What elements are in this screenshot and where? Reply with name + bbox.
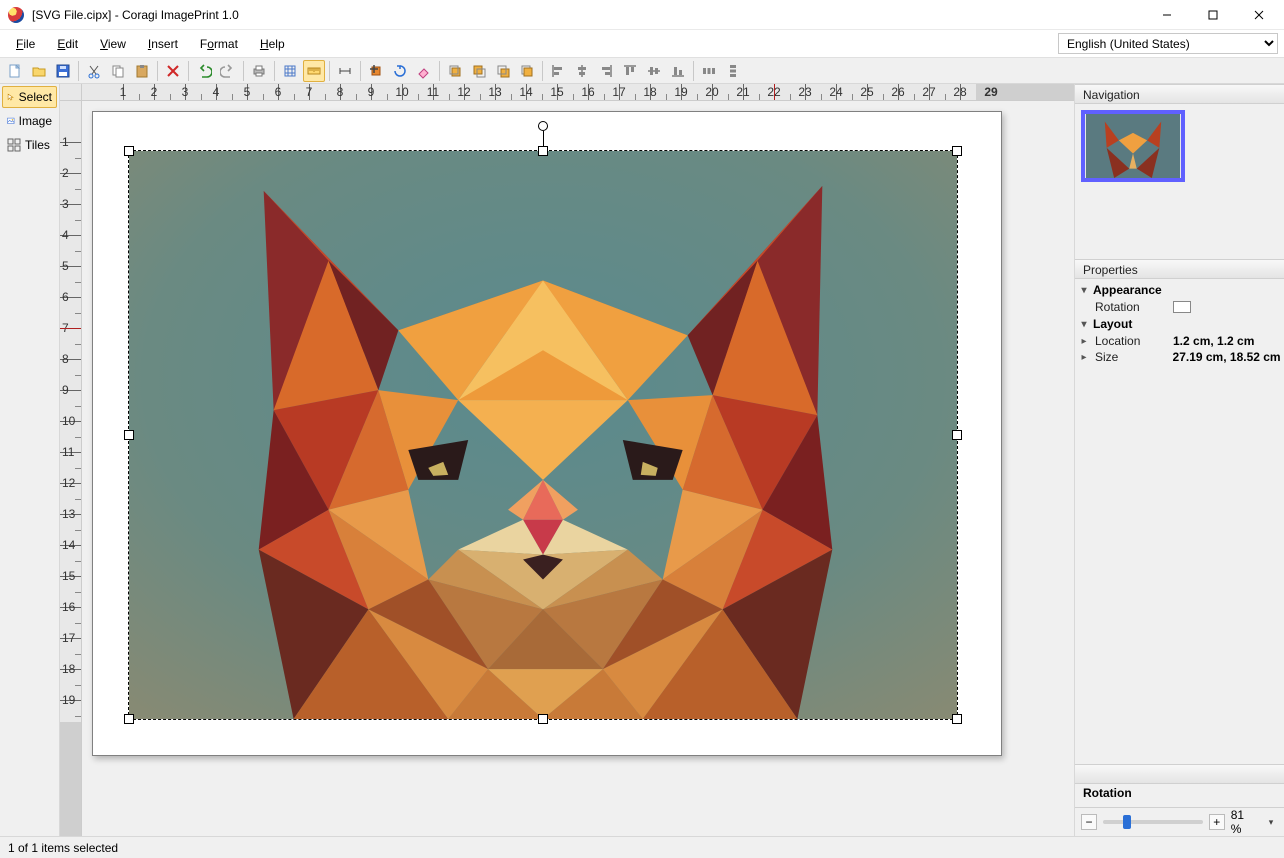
navigation-panel: Navigation <box>1075 84 1284 259</box>
handle-mid-top[interactable] <box>538 146 548 156</box>
crop-button[interactable] <box>365 60 387 82</box>
menu-help[interactable]: Help <box>250 33 295 55</box>
language-select[interactable]: English (United States) <box>1058 33 1278 54</box>
align-top-button[interactable] <box>619 60 641 82</box>
handle-mid-left[interactable] <box>124 430 134 440</box>
handle-mid-bottom[interactable] <box>538 714 548 724</box>
bring-forward-button[interactable] <box>468 60 490 82</box>
image-icon <box>7 114 15 128</box>
right-panel: Navigation Properties ▾Appearance Rotati… <box>1074 84 1284 836</box>
menu-view[interactable]: View <box>90 33 136 55</box>
handle-mid-right[interactable] <box>952 430 962 440</box>
zoom-bar: − + 81 % ▾ <box>1075 808 1284 836</box>
zoom-slider-thumb[interactable] <box>1123 815 1131 829</box>
ruler-vertical[interactable]: 1234567891011121314151617181920 <box>60 101 82 836</box>
ruler-corner <box>60 84 82 101</box>
rotation-stem <box>543 131 544 146</box>
maximize-button[interactable] <box>1190 0 1236 30</box>
redo-button[interactable] <box>217 60 239 82</box>
handle-top-left[interactable] <box>124 146 134 156</box>
open-button[interactable] <box>28 60 50 82</box>
zoom-value: 81 % <box>1231 808 1258 836</box>
chevron-right-icon: ▸ <box>1079 352 1089 363</box>
new-button[interactable] <box>4 60 26 82</box>
chevron-right-icon: ▸ <box>1079 336 1089 347</box>
rotation-swatch <box>1173 301 1191 313</box>
paste-button[interactable] <box>131 60 153 82</box>
zoom-slider[interactable] <box>1103 820 1203 824</box>
align-center-h-button[interactable] <box>571 60 593 82</box>
handle-bottom-right[interactable] <box>952 714 962 724</box>
menu-file[interactable]: File <box>6 33 45 55</box>
send-backward-button[interactable] <box>492 60 514 82</box>
rotation-label: Rotation <box>1075 784 1284 808</box>
canvas[interactable] <box>82 101 1074 836</box>
align-bottom-button[interactable] <box>667 60 689 82</box>
copy-button[interactable] <box>107 60 129 82</box>
menu-format[interactable]: Format <box>190 33 248 55</box>
tool-image[interactable]: Image <box>2 110 57 132</box>
group-appearance[interactable]: ▾Appearance <box>1075 281 1284 299</box>
editor-area: 1234567891011121314151617181920212223242… <box>60 84 1074 836</box>
send-back-button[interactable] <box>516 60 538 82</box>
prop-size[interactable]: ▸Size27.19 cm, 18.52 cm <box>1075 349 1284 365</box>
align-center-v-button[interactable] <box>643 60 665 82</box>
delete-button[interactable] <box>162 60 184 82</box>
window-title: [SVG File.cipx] - Coragi ImagePrint 1.0 <box>32 8 1144 22</box>
handle-top-right[interactable] <box>952 146 962 156</box>
poly-cat-image <box>129 151 957 719</box>
handle-bottom-left[interactable] <box>124 714 134 724</box>
ruler-button[interactable] <box>303 60 325 82</box>
grid-button[interactable] <box>279 60 301 82</box>
ruler-horizontal[interactable]: 1234567891011121314151617181920212223242… <box>82 84 1074 101</box>
undo-button[interactable] <box>193 60 215 82</box>
menu-bar: File Edit View Insert Format Help Englis… <box>0 30 1284 58</box>
selected-image[interactable] <box>128 150 958 720</box>
align-right-button[interactable] <box>595 60 617 82</box>
status-text: 1 of 1 items selected <box>8 841 118 855</box>
minimize-button[interactable] <box>1144 0 1190 30</box>
menu-insert[interactable]: Insert <box>138 33 188 55</box>
navigation-header: Navigation <box>1075 84 1284 104</box>
zoom-out-button[interactable]: − <box>1081 814 1097 830</box>
distribute-v-button[interactable] <box>722 60 744 82</box>
tool-tiles[interactable]: Tiles <box>2 134 57 156</box>
print-button[interactable] <box>248 60 270 82</box>
tool-select[interactable]: Select <box>2 86 57 108</box>
tiles-icon <box>7 138 21 152</box>
title-bar: [SVG File.cipx] - Coragi ImagePrint 1.0 <box>0 0 1284 30</box>
chevron-down-icon[interactable]: ▾ <box>1264 815 1278 829</box>
eraser-button[interactable] <box>413 60 435 82</box>
status-bar: 1 of 1 items selected <box>0 836 1284 858</box>
menu-edit[interactable]: Edit <box>47 33 88 55</box>
properties-header: Properties <box>1075 259 1284 279</box>
prop-location[interactable]: ▸Location1.2 cm, 1.2 cm <box>1075 333 1284 349</box>
toolbox: Select Image Tiles <box>0 84 60 836</box>
chevron-down-icon: ▾ <box>1079 285 1089 296</box>
group-layout[interactable]: ▾Layout <box>1075 315 1284 333</box>
page-canvas <box>92 111 1002 756</box>
chevron-down-icon: ▾ <box>1079 319 1089 330</box>
distribute-h-button[interactable] <box>698 60 720 82</box>
toolbar <box>0 58 1284 84</box>
zoom-in-button[interactable]: + <box>1209 814 1225 830</box>
rotation-handle[interactable] <box>538 121 548 131</box>
save-button[interactable] <box>52 60 74 82</box>
properties-panel: Properties ▾Appearance Rotation ▾Layout … <box>1075 259 1284 367</box>
bring-front-button[interactable] <box>444 60 466 82</box>
rotation-header <box>1075 764 1284 784</box>
app-icon <box>8 7 24 23</box>
navigation-thumbnail[interactable] <box>1081 110 1185 182</box>
prop-rotation[interactable]: Rotation <box>1075 299 1284 315</box>
dimension-button[interactable] <box>334 60 356 82</box>
rotate-button[interactable] <box>389 60 411 82</box>
align-left-button[interactable] <box>547 60 569 82</box>
cut-button[interactable] <box>83 60 105 82</box>
close-button[interactable] <box>1236 0 1282 30</box>
rotation-panel: Rotation <box>1075 764 1284 808</box>
cursor-icon <box>7 90 15 104</box>
